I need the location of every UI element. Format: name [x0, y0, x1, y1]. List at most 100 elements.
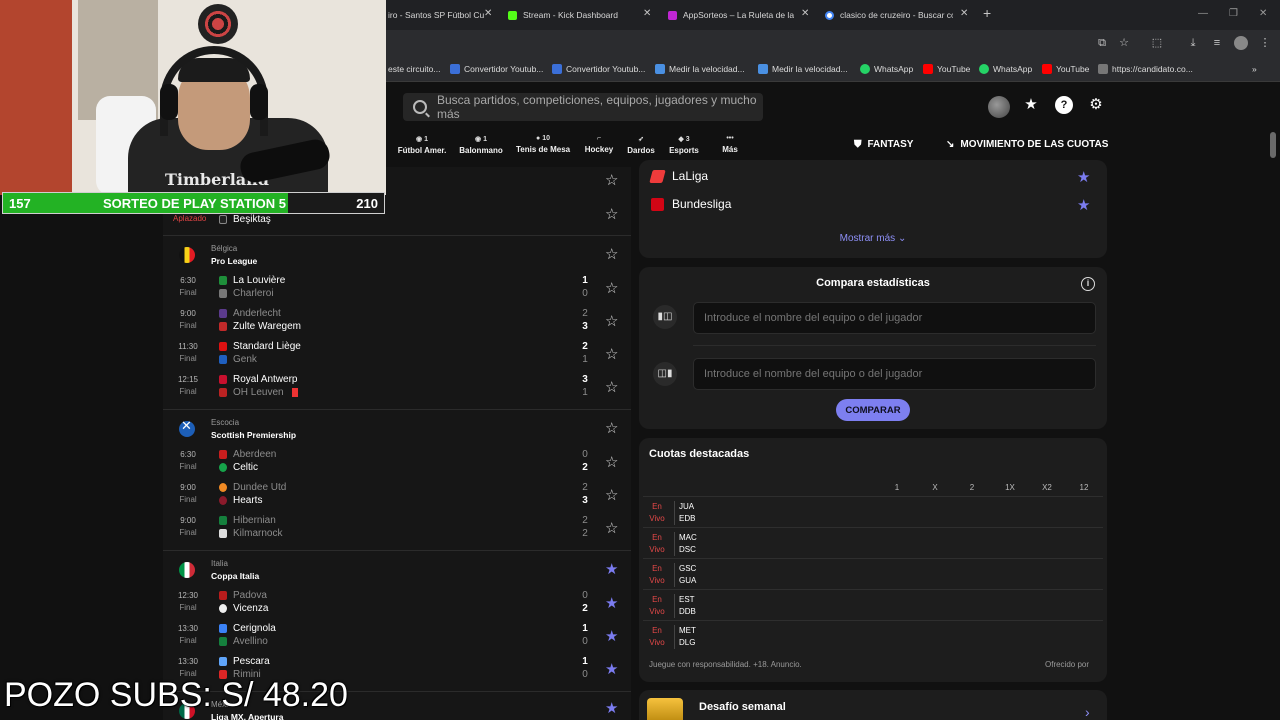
browser-tab[interactable]: AppSorteos – La Ruleta de la S: [668, 4, 794, 26]
bookmark-item[interactable]: WhatsApp: [979, 64, 1032, 74]
bookmark-star-icon[interactable]: ☆: [1117, 36, 1131, 50]
favorite-star-icon[interactable]: ☆: [605, 378, 618, 396]
favorite-star-icon[interactable]: ★: [605, 660, 618, 678]
away-team: Charleroi: [219, 288, 274, 299]
weekly-challenge-card[interactable]: Desafío semanal ›: [639, 690, 1107, 720]
sport-tab-darts[interactable]: ➶ Dardos: [626, 135, 656, 155]
menu-icon[interactable]: ⋮: [1258, 36, 1272, 50]
new-tab-icon[interactable]: +: [983, 5, 991, 21]
browser-tab[interactable]: Stream - Kick Dashboard: [508, 4, 638, 26]
favorite-star-icon[interactable]: ☆: [605, 345, 618, 363]
close-icon[interactable]: ✕: [960, 8, 968, 19]
odds-row[interactable]: En Vivo JUA EDB: [643, 496, 1103, 527]
info-icon[interactable]: i: [1081, 277, 1095, 291]
odds-row[interactable]: En Vivo MAC DSC: [643, 527, 1103, 558]
download-icon[interactable]: ⤓: [1186, 36, 1200, 50]
bookmark-item[interactable]: Convertidor Youtub...: [450, 64, 543, 74]
match-row[interactable]: 13:30 Final Cerignola Avellino 1 0 ★: [163, 619, 631, 652]
favorite-star-icon[interactable]: ★: [605, 699, 618, 717]
football-icon: ◉: [416, 136, 423, 143]
match-row[interactable]: 9:00 Final Hibernian Kilmarnock 2 2 ☆: [163, 511, 631, 544]
sport-tab-more[interactable]: ••• Más: [717, 135, 743, 154]
sport-tab-american-football[interactable]: ◉ 1 Fútbol Amer.: [397, 135, 447, 155]
bookmark-item[interactable]: este circuito...: [388, 64, 440, 74]
sport-tab-table-tennis[interactable]: ● 10 Tenis de Mesa: [516, 135, 570, 154]
maximize-icon[interactable]: ❐: [1229, 8, 1238, 19]
odds-teams: GSC GUA: [674, 563, 696, 587]
compare-button[interactable]: COMPARAR: [836, 399, 910, 421]
headset-ear: [160, 84, 178, 120]
close-icon[interactable]: ✕: [801, 8, 809, 19]
avatar[interactable]: [988, 96, 1010, 118]
odds-col-header: 1X: [1005, 483, 1015, 492]
away-team: Hearts: [219, 495, 262, 506]
close-window-icon[interactable]: ✕: [1259, 8, 1267, 19]
close-icon[interactable]: ✕: [484, 8, 492, 19]
bookmark-item[interactable]: Medir la velocidad...: [758, 64, 848, 74]
favorite-star-icon[interactable]: ☆: [605, 453, 618, 471]
league-link-laliga[interactable]: LaLiga: [649, 169, 708, 183]
favorite-star-icon[interactable]: ☆: [605, 205, 618, 223]
favorite-star-icon[interactable]: ☆: [605, 245, 618, 263]
show-more-link[interactable]: Mostrar más ⌄: [639, 233, 1107, 244]
favorite-star-icon[interactable]: ☆: [605, 279, 618, 297]
sport-tab-esports[interactable]: ◆ 3 Esports: [668, 135, 700, 155]
settings-gear-icon[interactable]: ⚙: [1087, 96, 1105, 114]
league-header[interactable]: Italia Coppa Italia ★: [163, 552, 631, 584]
favorite-star-icon[interactable]: ☆: [605, 519, 618, 537]
match-row[interactable]: 6:30 Final Aberdeen Celtic 0 2 ☆: [163, 445, 631, 478]
match-row[interactable]: 11:30 Final Standard Liège Genk 2 1 ☆: [163, 337, 631, 370]
close-icon[interactable]: ✕: [643, 8, 651, 19]
search-input[interactable]: Busca partidos, competiciones, equipos, …: [403, 93, 763, 121]
bookmark-item[interactable]: Medir la velocidad...: [655, 64, 745, 74]
scrollbar[interactable]: [1270, 132, 1276, 158]
belgium-flag-icon: [179, 247, 195, 263]
odds-movement-link[interactable]: ↘ MOVIMIENTO DE LAS CUOTAS: [946, 139, 1108, 150]
favorite-star-icon[interactable]: ★: [1077, 168, 1090, 186]
favorite-star-icon[interactable]: ★: [605, 594, 618, 612]
bookmark-item[interactable]: YouTube: [923, 64, 970, 74]
minimize-icon[interactable]: —: [1198, 8, 1208, 19]
odds-row[interactable]: En Vivo MET DLG: [643, 620, 1103, 651]
match-row[interactable]: 9:00 Final Anderlecht Zulte Waregem 2 3 …: [163, 304, 631, 337]
extensions-icon[interactable]: ⬚: [1150, 36, 1164, 50]
browser-tab[interactable]: iro - Santos SP Fútbol Cu: [388, 4, 488, 26]
live-badge: En Vivo: [649, 502, 665, 523]
queue-icon[interactable]: ≡: [1210, 36, 1224, 50]
favorite-star-icon[interactable]: ★: [605, 560, 618, 578]
trophy-icon: [647, 698, 683, 720]
favorite-star-icon[interactable]: ★: [605, 627, 618, 645]
darts-icon: ➶: [638, 136, 644, 143]
league-link-bundesliga[interactable]: Bundesliga: [651, 197, 731, 211]
live-badge: En Vivo: [649, 595, 665, 616]
favorite-star-icon[interactable]: ☆: [605, 171, 618, 189]
league-header[interactable]: ✕ Escocia Scottish Premiership ☆: [163, 411, 631, 443]
more-bookmarks-icon[interactable]: »: [1252, 64, 1257, 74]
bookmark-item[interactable]: YouTube: [1042, 64, 1089, 74]
profile-icon[interactable]: [1234, 36, 1248, 50]
odds-row[interactable]: En Vivo EST DDB: [643, 589, 1103, 620]
fantasy-link[interactable]: ⛊ FANTASY: [854, 139, 913, 150]
league-header[interactable]: Bélgica Pro League ☆: [163, 237, 631, 269]
match-row[interactable]: 6:30 Final La Louvière Charleroi 1 0 ☆: [163, 271, 631, 304]
favorite-star-icon[interactable]: ☆: [605, 486, 618, 504]
bookmark-item[interactable]: Convertidor Youtub...: [552, 64, 645, 74]
screen: iro - Santos SP Fútbol Cu ✕ Stream - Kic…: [0, 0, 1280, 720]
bookmark-item[interactable]: https://candidato.co...: [1098, 64, 1193, 74]
favorite-star-icon[interactable]: ☆: [605, 312, 618, 330]
favorites-star-icon[interactable]: ★: [1022, 96, 1040, 114]
compare-input-first[interactable]: [693, 302, 1096, 334]
match-row[interactable]: 12:30 Final Padova Vicenza 0 2 ★: [163, 586, 631, 619]
odds-row[interactable]: En Vivo GSC GUA: [643, 558, 1103, 589]
install-icon[interactable]: ⧉: [1095, 36, 1109, 50]
help-icon[interactable]: ?: [1055, 96, 1073, 114]
bookmark-item[interactable]: WhatsApp: [860, 64, 913, 74]
compare-input-second[interactable]: [693, 358, 1096, 390]
sport-tab-hockey[interactable]: ⌐ Hockey: [584, 135, 614, 154]
favorite-star-icon[interactable]: ☆: [605, 419, 618, 437]
match-row[interactable]: 12:15 Final Royal Antwerp OH Leuven 3 1 …: [163, 370, 631, 403]
favorite-star-icon[interactable]: ★: [1077, 196, 1090, 214]
browser-tab[interactable]: clasico de cruzeiro - Buscar con: [825, 4, 953, 26]
sport-tab-handball[interactable]: ◉ 1 Balonmano: [459, 135, 503, 155]
match-row[interactable]: 9:00 Final Dundee Utd Hearts 2 3 ☆: [163, 478, 631, 511]
